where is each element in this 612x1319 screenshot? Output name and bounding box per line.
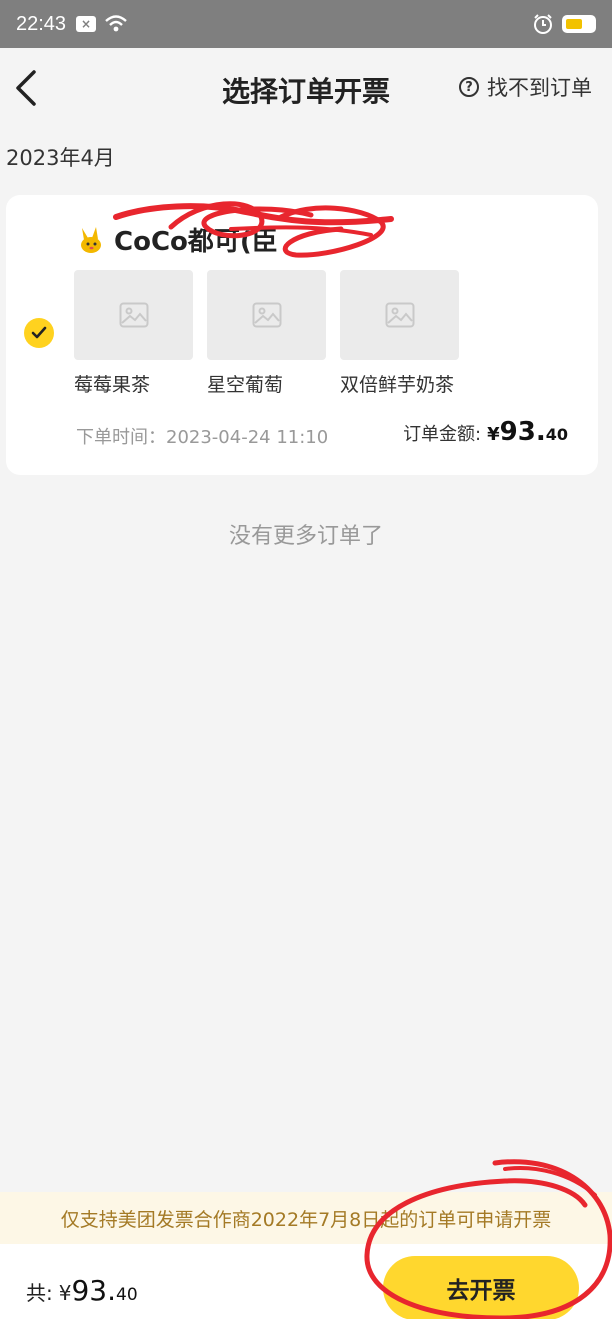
order-amount: 订单金额: ¥ 93. 40 [403,417,568,447]
image-placeholder-icon [119,302,148,328]
invoice-notice-bar: 仅支持美团发票合作商2022年7月8日起的订单可申请开票 [0,1192,612,1244]
issue-invoice-button[interactable]: 去开票 [383,1256,579,1319]
product-item: 星空葡萄 [207,270,326,397]
product-image-placeholder [74,270,193,360]
total-decimal: 40 [116,1285,138,1305]
total-currency: ¥ [58,1281,72,1305]
shop-name: CoCo都可(臣 [114,227,278,257]
product-image-placeholder [340,270,459,360]
image-placeholder-icon [385,302,414,328]
amount-currency: ¥ [487,424,500,445]
total-integer: 93. [71,1274,117,1307]
checkmark-icon [31,326,47,339]
total-label: 共: [26,1281,53,1305]
order-time: 下单时间：2023-04-24 11:10 [76,427,329,448]
order-card[interactable]: CoCo都可(臣 莓莓果茶 星空葡萄 双倍鲜芋奶茶 下单时间：2023-04-2… [6,195,598,475]
image-placeholder-icon [252,302,281,328]
amount-decimal: 40 [545,425,568,444]
help-label: 找不到订单 [487,76,592,100]
product-list: 莓莓果茶 星空葡萄 双倍鲜芋奶茶 [74,270,459,397]
back-arrow-icon[interactable] [12,68,42,108]
header: 选择订单开票 ? 找不到订单 [0,48,612,128]
question-circle-icon: ? [459,77,479,97]
amount-label: 订单金额: [403,424,482,445]
total-amount: 共: ¥ 93. 40 [26,1274,138,1307]
alarm-icon [534,14,552,34]
product-name: 双倍鲜芋奶茶 [340,374,455,396]
shop-row: CoCo都可(臣 [78,221,278,258]
status-time: 22:43 [16,12,67,35]
month-label: 2023年4月 [6,146,115,170]
cannot-find-order-link[interactable]: ? 找不到订单 [459,72,592,102]
wifi-icon [105,15,127,32]
product-image-placeholder [207,270,326,360]
amount-integer: 93. [499,417,546,447]
product-item: 莓莓果茶 [74,270,193,397]
product-name: 莓莓果茶 [74,374,151,396]
notification-icon: × [76,16,97,32]
battery-icon [562,15,596,33]
product-name: 星空葡萄 [207,374,284,396]
status-bar: 22:43 × [0,0,612,48]
notice-text: 仅支持美团发票合作商2022年7月8日起的订单可申请开票 [60,1208,552,1231]
order-select-checkbox[interactable] [24,318,54,348]
no-more-orders-text: 没有更多订单了 [228,524,383,549]
bottom-bar: 共: ¥ 93. 40 去开票 [0,1244,612,1319]
product-item: 双倍鲜芋奶茶 [340,270,459,397]
bunny-logo-icon [81,226,101,253]
